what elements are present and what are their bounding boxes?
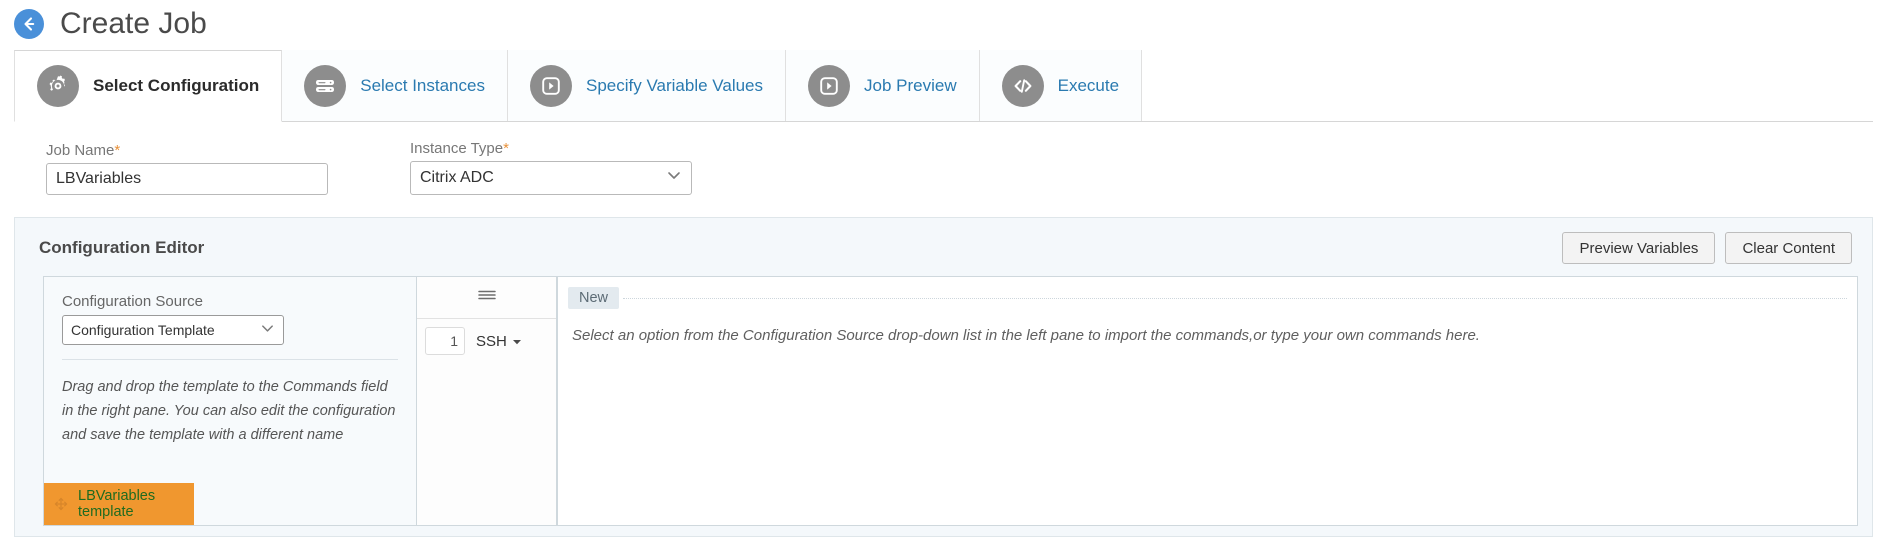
move-arrows-icon [54, 497, 68, 511]
tab-specify-variable-values[interactable]: Specify Variable Values [507, 50, 787, 121]
job-name-field: Job Name* [46, 142, 328, 195]
configuration-source-inner: Configuration Source Configuration Templ… [44, 277, 416, 360]
back-arrow-icon [20, 15, 38, 33]
page-title: Create Job [60, 7, 207, 40]
required-asterisk: * [114, 142, 121, 159]
hamburger-menu-icon [476, 287, 498, 308]
preview-variables-button[interactable]: Preview Variables [1562, 232, 1716, 264]
chevron-down-icon [260, 321, 275, 339]
gutter-line-row: 1 SSH [417, 319, 556, 355]
tab-label: Job Preview [864, 75, 957, 95]
configuration-source-select[interactable]: Configuration Template [62, 315, 284, 345]
template-list-item[interactable]: LBVariables template [44, 483, 194, 525]
job-name-label-text: Job Name [46, 142, 115, 159]
code-brackets-icon [1001, 64, 1044, 107]
instance-type-select[interactable]: Citrix ADC [410, 161, 692, 195]
server-stack-icon [304, 64, 347, 107]
protocol-label: SSH [476, 332, 507, 350]
line-number: 1 [425, 327, 465, 355]
commands-placeholder: Select an option from the Configuration … [572, 327, 1480, 344]
tab-label: Select Instances [360, 75, 485, 95]
tab-label: Specify Variable Values [585, 75, 764, 95]
play-square-icon [808, 64, 851, 107]
instance-type-label-text: Instance Type [410, 140, 504, 157]
template-item-label: LBVariables template [78, 488, 156, 520]
source-spacer [44, 448, 416, 483]
required-asterisk: * [503, 140, 509, 157]
tab-label: Execute [1057, 75, 1120, 95]
configuration-source-label: Configuration Source [62, 293, 203, 310]
configuration-source-value: Configuration Template [71, 322, 215, 338]
commands-tabstrip-rule [623, 297, 1847, 299]
job-form-row: Job Name* Instance Type* Citrix ADC [0, 122, 1887, 195]
commands-tabstrip: New [558, 277, 1857, 311]
job-name-label: Job Name* [46, 142, 328, 159]
wizard-tabbar: Select Configuration Select Instances Sp… [14, 50, 1873, 122]
tab-label: Select Configuration [93, 76, 260, 95]
protocol-dropdown[interactable]: SSH [469, 329, 529, 354]
instance-type-select-wrap: Citrix ADC [410, 161, 692, 195]
instance-type-field: Instance Type* Citrix ADC [410, 140, 692, 195]
instance-type-label: Instance Type* [410, 140, 692, 157]
caret-down-icon [512, 333, 522, 350]
tab-job-preview[interactable]: Job Preview [786, 50, 980, 121]
configuration-editor-header: Configuration Editor Preview Variables C… [15, 218, 1872, 276]
tab-select-configuration[interactable]: Select Configuration [14, 50, 283, 122]
job-name-input[interactable] [46, 163, 328, 195]
configuration-editor-body: Configuration Source Configuration Templ… [15, 276, 1872, 526]
page-header: Create Job [0, 0, 1887, 50]
tab-select-instances[interactable]: Select Instances [282, 50, 508, 121]
instance-type-value: Citrix ADC [420, 169, 494, 186]
tabbar-filler [1142, 50, 1873, 121]
configuration-source-pane: Configuration Source Configuration Templ… [43, 276, 417, 526]
configuration-editor-panel: Configuration Editor Preview Variables C… [14, 217, 1873, 537]
gear-icon [37, 65, 79, 107]
back-button[interactable] [14, 9, 44, 39]
configuration-source-hint: Drag and drop the template to the Comman… [62, 379, 396, 443]
commands-editor-pane[interactable]: New Select an option from the Configurat… [557, 276, 1858, 526]
commands-tab-new[interactable]: New [568, 287, 620, 309]
configuration-editor-title: Configuration Editor [39, 238, 205, 257]
gutter-menu-button[interactable] [417, 277, 556, 319]
editor-gutter: 1 SSH [417, 276, 557, 526]
play-square-icon [529, 64, 572, 107]
clear-content-button[interactable]: Clear Content [1725, 232, 1852, 264]
tab-execute[interactable]: Execute [979, 50, 1143, 121]
